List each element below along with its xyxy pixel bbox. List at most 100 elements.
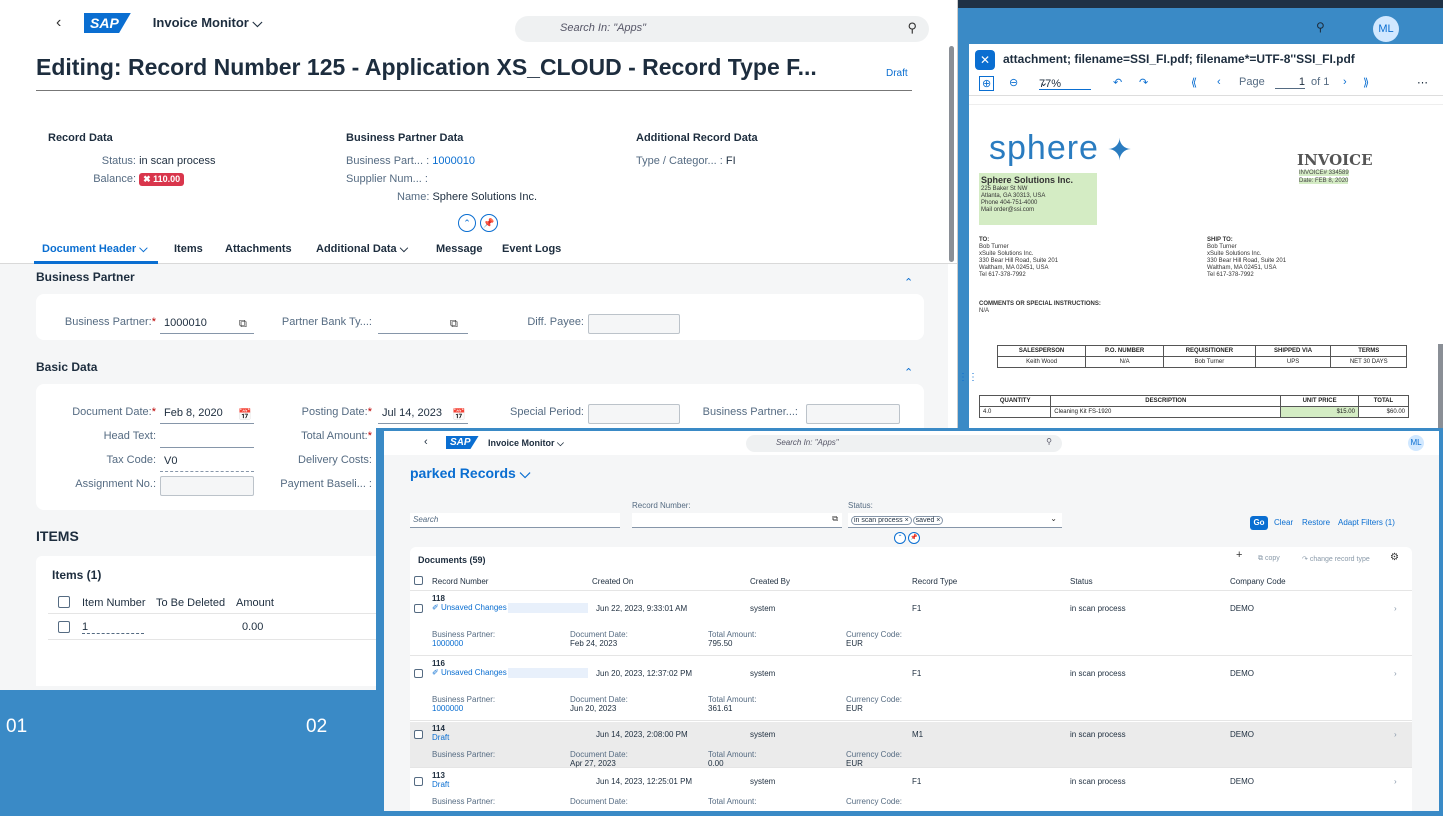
value-help-icon[interactable]: ⧉ xyxy=(239,318,247,331)
posting-calendar-icon[interactable]: 📅 xyxy=(452,408,466,421)
calendar-icon[interactable]: 📅 xyxy=(238,408,252,421)
variant-title[interactable]: parked Records ⌵ xyxy=(410,465,530,482)
assign-field[interactable] xyxy=(160,476,254,496)
go-button[interactable]: Go xyxy=(1250,516,1268,530)
zoom-out-icon[interactable]: ⊖ xyxy=(1009,76,1018,89)
table-row[interactable]: 114 Draft Jun 14, 2023, 2:08:00 PM syste… xyxy=(410,722,1412,768)
page-input[interactable]: 1 xyxy=(1275,76,1305,89)
chevron-down-icon[interactable]: ⌄ xyxy=(1050,514,1057,523)
zoom-select[interactable]: 77% ⌄ xyxy=(1039,76,1091,90)
avatar[interactable]: ML xyxy=(1373,16,1399,42)
tab-document-header[interactable]: Document Header ⌵ xyxy=(42,243,148,256)
add-icon[interactable]: + xyxy=(1236,549,1242,561)
bp-link[interactable]: 1000010 xyxy=(432,155,475,167)
table-row[interactable]: 118 ✐ Unsaved Changes by Jun 22, 2023, 9… xyxy=(410,592,1412,656)
collapse-header-button[interactable]: ⌃ xyxy=(458,214,476,232)
notification-bell-icon[interactable]: ⚲ xyxy=(1316,20,1325,34)
step-label-02: 02 xyxy=(306,716,328,737)
back-icon[interactable]: ‹ xyxy=(56,14,84,32)
status-token[interactable]: in scan process × xyxy=(851,516,912,525)
tax-field[interactable]: V0 xyxy=(160,452,254,472)
head-text-field[interactable] xyxy=(160,428,254,448)
prev-page-icon[interactable]: ‹ xyxy=(1217,76,1221,88)
search-icon[interactable]: ⚲ xyxy=(907,20,917,36)
undo-icon[interactable]: ↶ xyxy=(1113,76,1122,89)
bank-label: Partner Bank Ty...: xyxy=(281,316,372,328)
bp-link[interactable]: 1000000 xyxy=(432,639,463,648)
record-number-input[interactable]: ⧉ xyxy=(632,513,842,528)
vertical-scrollbar[interactable] xyxy=(949,46,954,262)
row-checkbox[interactable] xyxy=(58,621,70,633)
tab-items[interactable]: Items xyxy=(174,243,203,255)
select-all-checkbox[interactable] xyxy=(58,596,70,608)
navigation-arrow-icon[interactable]: › xyxy=(1394,604,1397,613)
more-icon[interactable]: ⋯ xyxy=(1417,76,1428,89)
shell-search[interactable]: Search In: "Apps" ⚲ xyxy=(515,16,929,42)
first-page-icon[interactable]: ⟪ xyxy=(1191,76,1197,89)
filter-search-input[interactable]: Search xyxy=(410,513,620,528)
bp-link[interactable]: 1000000 xyxy=(432,704,463,713)
collapse-filterbar-button[interactable]: ⌃ xyxy=(894,532,906,544)
navigation-arrow-icon[interactable]: › xyxy=(1394,777,1397,786)
collapse-basic-icon[interactable]: ⌃ xyxy=(904,366,913,379)
row-checkbox[interactable] xyxy=(414,669,423,678)
navigation-arrow-icon[interactable]: › xyxy=(1394,669,1397,678)
table-row[interactable]: 113 Draft Jun 14, 2023, 12:25:01 PM syst… xyxy=(410,769,1412,811)
select-all-checkbox[interactable] xyxy=(414,576,423,585)
next-page-icon[interactable]: › xyxy=(1343,76,1347,88)
splitter-drag-handle-icon[interactable]: ⋮⋮ xyxy=(958,372,978,383)
settings-gear-icon[interactable]: ⚙ xyxy=(1390,552,1399,563)
app-title-small[interactable]: Invoice Monitor ⌵ xyxy=(488,438,564,449)
table-row[interactable]: 1 0.00 xyxy=(48,616,376,640)
amount-cell[interactable]: 0.00 xyxy=(242,621,263,633)
restore-button[interactable]: Restore xyxy=(1302,518,1330,527)
bp2-field[interactable] xyxy=(806,404,900,424)
row-checkbox[interactable] xyxy=(414,604,423,613)
unsaved-changes-link[interactable]: ✐ Unsaved Changes by xyxy=(432,668,517,677)
collapse-bp-icon[interactable]: ⌃ xyxy=(904,276,913,289)
special-field[interactable] xyxy=(588,404,680,424)
tab-attachments[interactable]: Attachments xyxy=(225,243,292,255)
value-help-icon-small[interactable]: ⧉ xyxy=(832,514,838,524)
avatar-small[interactable]: ML xyxy=(1408,435,1424,451)
bank-value-help-icon[interactable]: ⧉ xyxy=(450,318,458,331)
app-title[interactable]: Invoice Monitor ⌵ xyxy=(153,15,263,31)
invoice-date: Date: FEB 8, 2020 xyxy=(1299,178,1349,184)
last-page-icon[interactable]: ⟫ xyxy=(1363,76,1369,89)
tab-message[interactable]: Message xyxy=(436,243,482,255)
clear-button[interactable]: Clear xyxy=(1274,518,1293,527)
navigation-arrow-icon[interactable]: › xyxy=(1394,730,1397,739)
zoom-in-icon[interactable]: ⊕ xyxy=(979,76,995,91)
unsaved-changes-link[interactable]: ✐ Unsaved Changes by xyxy=(432,603,517,612)
copy-button[interactable]: ⧉ copy xyxy=(1258,555,1280,563)
change-record-type-button[interactable]: ↷ change record type xyxy=(1302,555,1370,563)
table-row[interactable]: 116 ✐ Unsaved Changes by Jun 20, 2023, 1… xyxy=(410,657,1412,721)
payee-field[interactable] xyxy=(588,314,680,334)
pin-filterbar-button[interactable]: 📌 xyxy=(908,532,920,544)
item-number-cell[interactable]: 1 xyxy=(82,621,144,634)
draft-link[interactable]: Draft xyxy=(432,733,449,742)
items-count: Items (1) xyxy=(52,568,102,582)
company-code: DEMO xyxy=(1230,730,1254,739)
redo-icon[interactable]: ↷ xyxy=(1139,76,1148,89)
company-code: DEMO xyxy=(1230,669,1254,678)
balance-pair: Balance: ✖ 110.00 xyxy=(48,173,185,186)
status-token[interactable]: saved × xyxy=(912,516,944,525)
draft-link[interactable]: Draft xyxy=(432,780,449,789)
close-icon[interactable]: ✕ xyxy=(975,50,995,70)
page-title: Editing: Record Number 125 - Application… xyxy=(36,54,817,80)
row-checkbox[interactable] xyxy=(414,777,423,786)
shell-search-small[interactable]: Search In: "Apps" ⚲ xyxy=(746,435,1062,452)
back-icon-small[interactable]: ‹ xyxy=(424,436,428,448)
sap-logo[interactable]: SAP xyxy=(84,13,131,33)
pin-header-button[interactable]: 📌 xyxy=(480,214,498,232)
status-multicombo[interactable]: in scan process × saved × ⌄ xyxy=(848,513,1062,528)
row-checkbox[interactable] xyxy=(414,730,423,739)
adapt-filters-button[interactable]: Adapt Filters (1) xyxy=(1338,518,1395,527)
search-icon-small[interactable]: ⚲ xyxy=(1046,437,1052,446)
sap-logo-small[interactable]: SAP xyxy=(446,436,479,449)
screen-parked-records: ‹ SAP Invoice Monitor ⌵ Search In: "Apps… xyxy=(384,431,1439,811)
tab-additional-data[interactable]: Additional Data ⌵ xyxy=(316,243,408,256)
tab-event-logs[interactable]: Event Logs xyxy=(502,243,561,255)
pdf-scrollbar[interactable] xyxy=(1438,344,1443,428)
